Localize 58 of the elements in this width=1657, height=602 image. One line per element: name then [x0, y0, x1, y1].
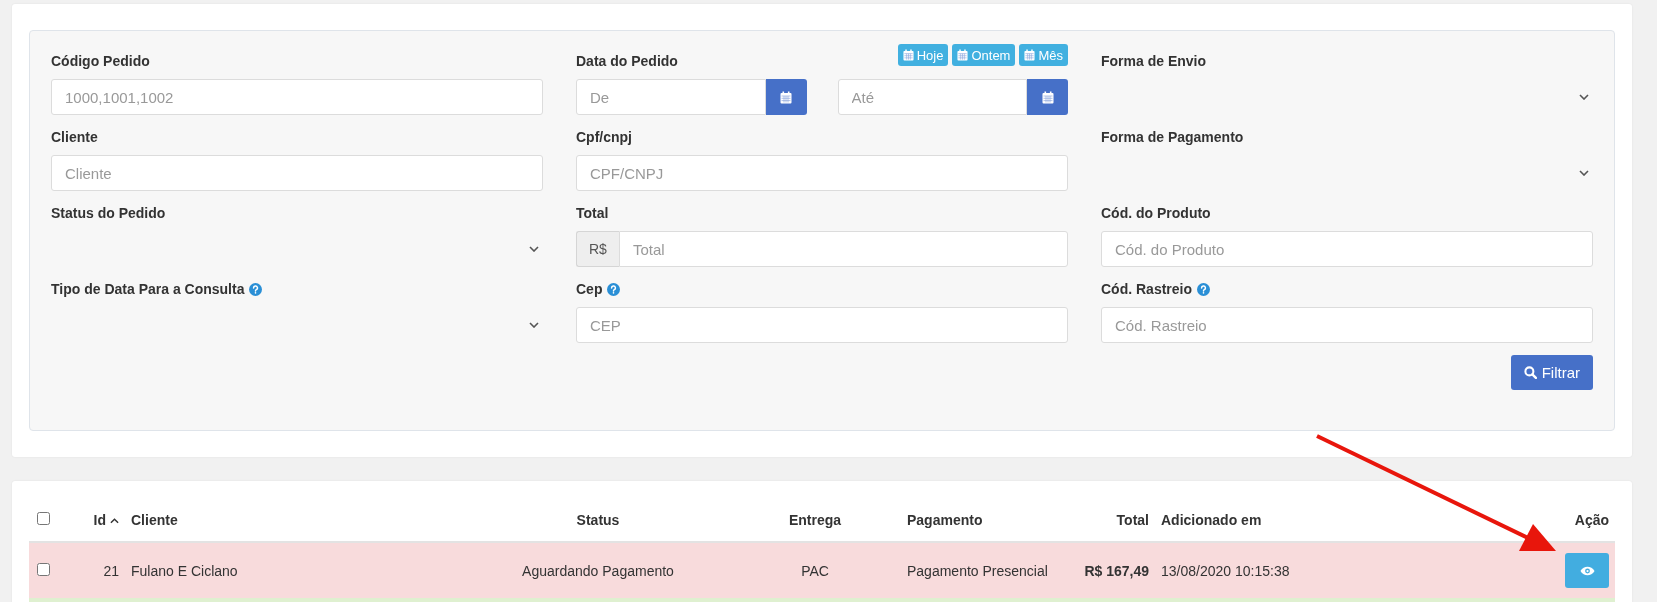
currency-addon: R$: [576, 231, 619, 267]
calendar-icon: [780, 90, 792, 104]
column-header[interactable]: Total: [1116, 512, 1149, 528]
input-field[interactable]: CPF/CNPJ: [576, 155, 1068, 191]
chevron-down-icon: [1579, 94, 1589, 100]
table-cell: 21: [103, 562, 119, 579]
field-label: Data do Pedido: [576, 53, 678, 69]
field-label: Cód. Rastreio: [1101, 281, 1192, 297]
field-label: Forma de Envio: [1101, 53, 1207, 69]
field-label: Tipo de Data Para a Consulta: [51, 281, 245, 297]
view-button[interactable]: [1565, 553, 1609, 588]
field-label: Cód. do Produto: [1101, 205, 1211, 221]
field-label: Forma de Pagamento: [1101, 129, 1244, 145]
filter-button[interactable]: Filtrar: [1510, 355, 1593, 390]
table-cell: Fulano E Ciclano: [131, 562, 238, 579]
date-input-field[interactable]: De: [576, 79, 766, 115]
chevron-down-icon: [529, 322, 539, 328]
eye-icon: [1579, 565, 1595, 576]
column-header[interactable]: Id: [93, 512, 106, 528]
table-cell: Pagamento Presencial: [907, 562, 1048, 579]
help-icon: [249, 282, 263, 296]
column-header[interactable]: Adicionado em: [1161, 512, 1262, 528]
input-field[interactable]: CEP: [576, 307, 1068, 343]
date-input-field[interactable]: Até: [837, 79, 1027, 115]
calendar-icon: [902, 49, 914, 61]
calendar-icon: [1041, 90, 1054, 104]
field-label: Total: [576, 205, 609, 221]
column-header[interactable]: Pagamento: [907, 512, 983, 528]
sort-ascending-icon: [110, 518, 119, 525]
table-cell: Aguardando Pagamento: [522, 562, 674, 579]
input-field[interactable]: 1000,1001,1002: [51, 79, 543, 115]
calendar-button[interactable]: [765, 79, 807, 115]
table-cell: R$ 167,49: [1084, 562, 1149, 579]
select-all-checkbox[interactable]: [37, 512, 50, 525]
field-label: Status do Pedido: [51, 205, 166, 221]
table-cell: PAC: [801, 562, 829, 579]
column-header[interactable]: Entrega: [788, 512, 842, 528]
input-field[interactable]: Total: [618, 231, 1068, 267]
column-header[interactable]: Status: [576, 512, 620, 528]
column-header[interactable]: Ação: [1574, 512, 1609, 528]
chevron-down-icon: [529, 246, 539, 252]
help-icon: [1197, 282, 1210, 296]
help-icon: [607, 282, 621, 296]
column-header[interactable]: Cliente: [131, 512, 178, 528]
field-label: Código Pedido: [51, 53, 150, 69]
input-field[interactable]: Cliente: [51, 155, 543, 191]
field-label: Cep: [576, 281, 603, 297]
field-label: Cpf/cnpj: [576, 129, 632, 145]
calendar-button[interactable]: [1027, 79, 1068, 115]
chevron-down-icon: [1579, 170, 1589, 176]
input-field[interactable]: Cód. Rastreio: [1101, 307, 1593, 343]
table-cell: 13/08/2020 10:15:38: [1161, 562, 1290, 579]
calendar-icon: [1024, 49, 1036, 61]
row-checkbox[interactable]: [37, 562, 50, 576]
input-field[interactable]: Cód. do Produto: [1101, 231, 1593, 267]
calendar-icon: [957, 49, 969, 61]
field-label: Cliente: [51, 129, 98, 145]
search-icon: [1523, 366, 1537, 379]
